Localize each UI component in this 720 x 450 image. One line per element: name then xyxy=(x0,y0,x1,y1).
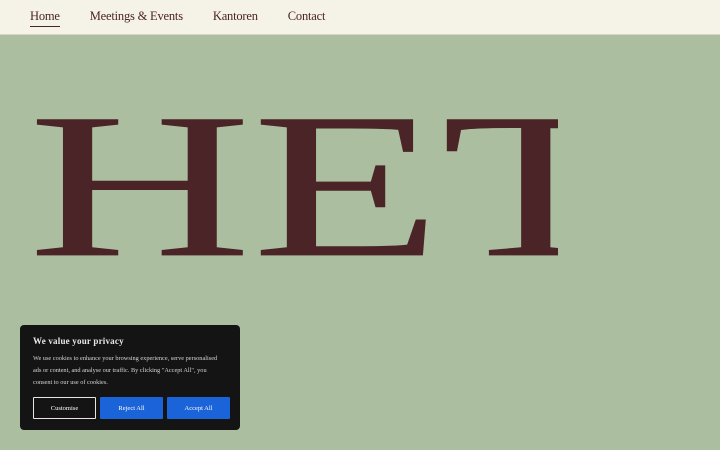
hero-title: HETNOTARISHUIS xyxy=(28,71,558,301)
nav-contact-link[interactable]: Contact xyxy=(288,9,326,27)
reject-all-button[interactable]: Reject All xyxy=(100,397,163,419)
cookie-banner-text: We use cookies to enhance your browsing … xyxy=(33,355,218,386)
cookie-consent-banner: We value your privacy We use cookies to … xyxy=(20,325,240,430)
hero-wordmark-svg: HETNOTARISHUIS xyxy=(28,71,558,301)
top-navigation-bar: Home Meetings & Events Kantoren Contact xyxy=(0,0,720,35)
main-nav: Home Meetings & Events Kantoren Contact xyxy=(30,9,325,27)
hero-wordmark: HETNOTARISHUIS xyxy=(28,70,558,302)
customise-button[interactable]: Customise xyxy=(33,397,96,419)
nav-home-link[interactable]: Home xyxy=(30,9,60,27)
cookie-banner-actions: Customise Reject All Accept All xyxy=(33,397,230,419)
nav-kantoren-link[interactable]: Kantoren xyxy=(213,9,258,27)
nav-meetings-events-link[interactable]: Meetings & Events xyxy=(90,9,183,27)
cookie-banner-title: We value your privacy xyxy=(33,336,124,346)
accept-all-button[interactable]: Accept All xyxy=(167,397,230,419)
